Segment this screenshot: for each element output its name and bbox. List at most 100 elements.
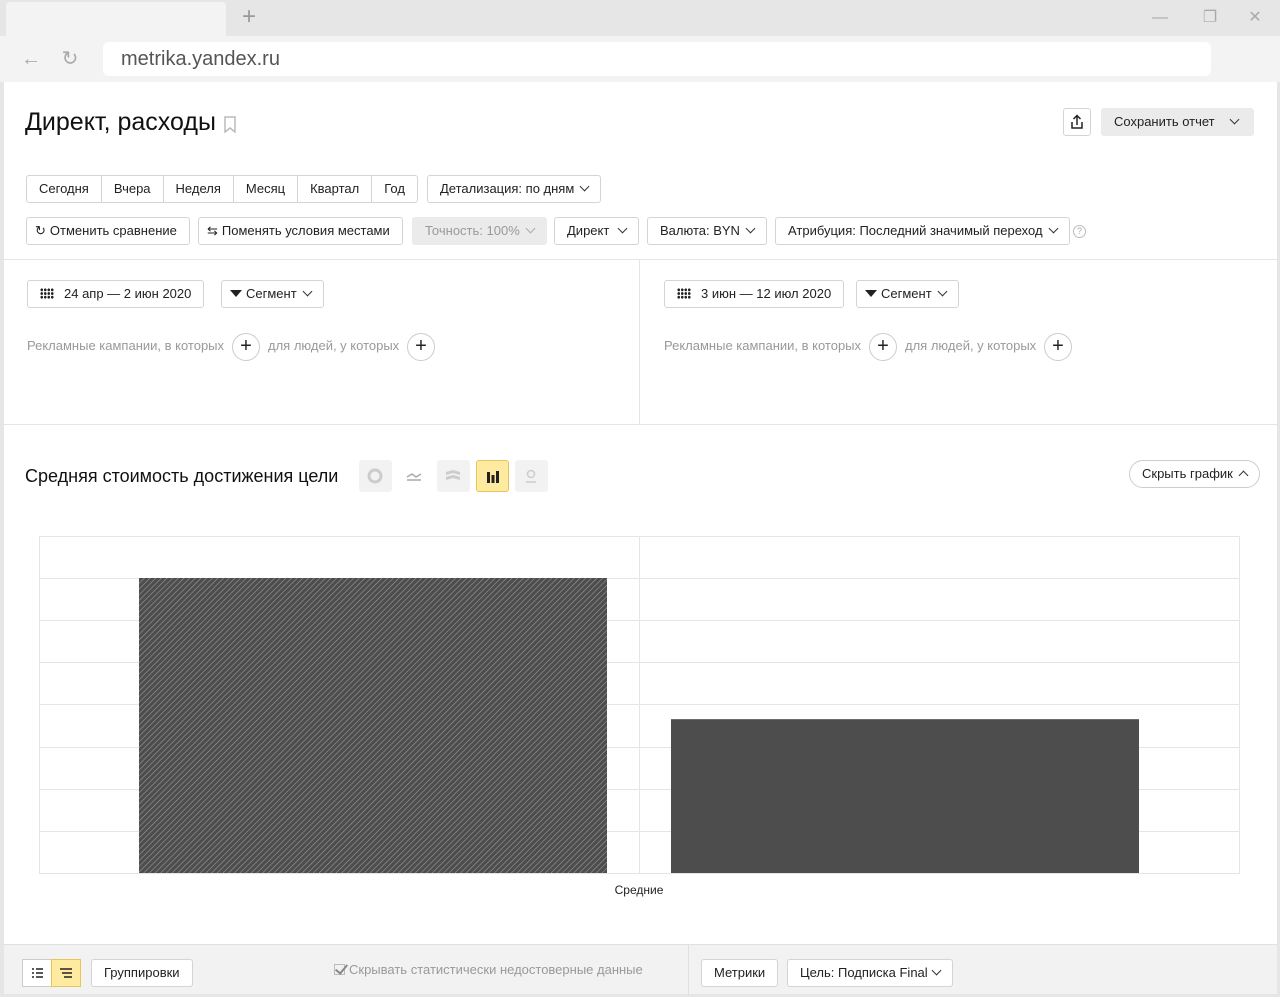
period-year[interactable]: Год: [372, 176, 417, 202]
minimize-icon[interactable]: —: [1149, 8, 1171, 28]
date-range-right-label: 3 июн — 12 июл 2020: [701, 286, 832, 301]
divider: [4, 424, 1277, 425]
period-month[interactable]: Месяц: [234, 176, 299, 202]
divider: [639, 259, 640, 424]
direct-dropdown[interactable]: Директ: [554, 217, 640, 245]
bar-chart: Средние: [39, 536, 1240, 897]
checkbox-checked-icon: [334, 964, 345, 975]
bar-2[interactable]: [671, 719, 1139, 873]
date-range-left[interactable]: 24 апр — 2 июн 2020: [27, 280, 205, 308]
chevron-down-icon: [745, 223, 756, 234]
calendar-icon: [677, 288, 691, 299]
divider: [4, 259, 1277, 260]
period-today[interactable]: Сегодня: [27, 176, 102, 202]
chevron-down-icon: [302, 286, 313, 297]
accuracy-dropdown[interactable]: Точность: 100%: [412, 217, 547, 245]
help-icon[interactable]: ?: [1073, 225, 1086, 238]
back-arrow-icon[interactable]: ←: [18, 46, 44, 72]
save-report-button[interactable]: Сохранить отчет: [1101, 108, 1254, 136]
divider: [688, 945, 689, 995]
segment-left-label: Сегмент: [246, 286, 297, 301]
chevron-up-icon: [1238, 470, 1249, 481]
chevron-down-icon: [525, 223, 536, 234]
swap-label: Поменять условия местами: [221, 223, 390, 238]
chart-type-pie[interactable]: [359, 460, 392, 492]
browser-toolbar: ← ↻ metrika.yandex.ru: [0, 36, 1280, 82]
period-quarter[interactable]: Квартал: [298, 176, 373, 202]
metrics-button[interactable]: Метрики: [701, 959, 779, 987]
chevron-down-icon: [937, 286, 948, 297]
goal-dropdown[interactable]: Цель: Подписка Final: [787, 959, 953, 987]
browser-tab[interactable]: [6, 2, 226, 36]
direct-label: Директ: [567, 223, 610, 238]
tree-icon: [60, 968, 72, 978]
campaigns-condition-text: Рекламные кампании, в которых: [664, 338, 862, 353]
add-people-condition-button[interactable]: +: [407, 333, 435, 361]
report-footer: Группировки Скрывать статистически недос…: [4, 944, 1277, 995]
page-title: Директ, расходы: [25, 108, 216, 136]
filter-icon: [230, 290, 242, 297]
hide-unreliable-checkbox[interactable]: Скрывать статистически недостоверные дан…: [334, 962, 643, 977]
new-tab-icon[interactable]: +: [238, 5, 260, 29]
chart-type-bar[interactable]: [476, 460, 509, 492]
export-button[interactable]: [1063, 108, 1091, 136]
list-view-button[interactable]: [22, 959, 52, 987]
groupings-button[interactable]: Группировки: [91, 959, 193, 987]
line-icon: [406, 473, 422, 481]
detail-label: Детализация: по дням: [440, 181, 575, 196]
map-icon: [526, 469, 536, 483]
cancel-compare-button[interactable]: ↻ Отменить сравнение: [26, 217, 190, 245]
date-range-right[interactable]: 3 июн — 12 июл 2020: [664, 280, 845, 308]
segment-dropdown-left[interactable]: Сегмент: [221, 280, 324, 308]
chevron-down-icon: [617, 223, 628, 234]
people-condition-text: для людей, у которых: [268, 338, 400, 353]
add-campaign-condition-button[interactable]: +: [869, 333, 897, 361]
filter-icon: [865, 290, 877, 297]
address-bar[interactable]: metrika.yandex.ru: [103, 42, 1211, 76]
hide-chart-button[interactable]: Скрыть график: [1129, 460, 1260, 488]
bar-1[interactable]: [139, 578, 607, 873]
area-icon: [446, 470, 460, 480]
calendar-icon: [40, 288, 54, 299]
chevron-down-icon: [1048, 223, 1059, 234]
close-icon[interactable]: ✕: [1244, 8, 1266, 28]
attribution-label: Атрибуция: Последний значимый переход: [788, 223, 1043, 238]
segment-dropdown-right[interactable]: Сегмент: [856, 280, 959, 308]
detail-dropdown[interactable]: Детализация: по дням: [427, 175, 602, 203]
reload-icon[interactable]: ↻: [57, 46, 83, 72]
goal-label: Цель: Подписка Final: [800, 965, 928, 980]
currency-dropdown[interactable]: Валюта: BYN: [647, 217, 767, 245]
chart-type-map[interactable]: [515, 460, 548, 492]
restore-icon[interactable]: ❐: [1199, 8, 1221, 28]
add-people-condition-button[interactable]: +: [1044, 333, 1072, 361]
period-week[interactable]: Неделя: [164, 176, 234, 202]
chart-type-area[interactable]: [437, 460, 470, 492]
chevron-down-icon: [1229, 114, 1240, 125]
swap-conditions-button[interactable]: ⇆ Поменять условия местами: [198, 217, 403, 245]
chart-type-line[interactable]: [398, 460, 431, 492]
bar-icon: [487, 471, 499, 483]
chart-title: Средняя стоимость достижения цели: [25, 466, 339, 486]
hide-unreliable-label: Скрывать статистически недостоверные дан…: [349, 962, 643, 977]
cancel-compare-label: Отменить сравнение: [49, 223, 177, 238]
share-icon: [1071, 114, 1083, 129]
refresh-icon: ↻: [35, 223, 46, 238]
x-tick-label: Средние: [615, 883, 664, 897]
bookmark-icon[interactable]: [224, 116, 236, 133]
add-campaign-condition-button[interactable]: +: [232, 333, 260, 361]
date-range-left-label: 24 апр — 2 июн 2020: [64, 286, 192, 301]
report-page: Директ, расходы Сохранить отчет Сегодня …: [4, 82, 1277, 995]
hide-chart-label: Скрыть график: [1142, 466, 1233, 481]
people-condition-text: для людей, у которых: [905, 338, 1037, 353]
pie-icon: [367, 468, 383, 484]
chevron-down-icon: [931, 965, 942, 976]
segment-right-label: Сегмент: [881, 286, 932, 301]
tree-view-button[interactable]: [51, 959, 81, 987]
campaigns-condition-text: Рекламные кампании, в которых: [27, 338, 225, 353]
period-yesterday[interactable]: Вчера: [102, 176, 164, 202]
attribution-dropdown[interactable]: Атрибуция: Последний значимый переход: [775, 217, 1070, 245]
currency-label: Валюта: BYN: [660, 223, 740, 238]
browser-titlebar: + — ❐ ✕: [0, 0, 1280, 36]
list-icon: [32, 968, 43, 978]
swap-icon: ⇆: [207, 223, 218, 238]
